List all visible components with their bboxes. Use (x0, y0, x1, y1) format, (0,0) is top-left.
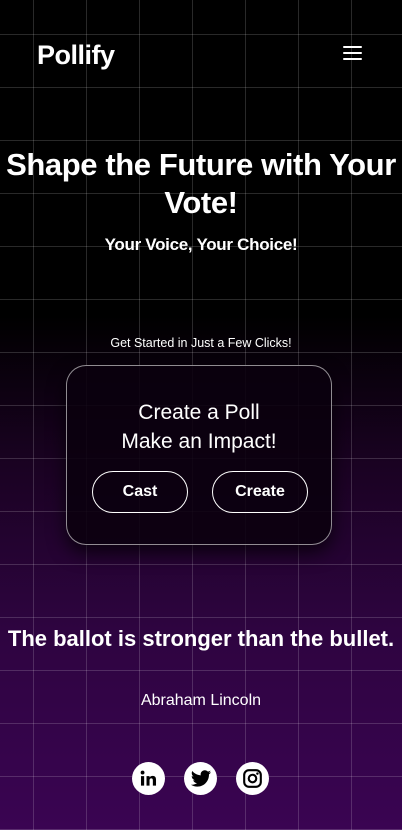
hamburger-menu-icon-bar (343, 58, 362, 60)
quote-author: Abraham Lincoln (140, 692, 262, 709)
logo[interactable]: Pollify (37, 40, 115, 71)
twitter-icon (190, 769, 211, 787)
hamburger-menu-icon-bar (343, 52, 362, 54)
page: Pollify Shape the Future with Your Vote!… (0, 0, 402, 830)
hero-title: Shape the Future with Your Vote! (6, 147, 396, 220)
hero-subtitle: Your Voice, Your Choice! (104, 235, 298, 254)
instagram-link[interactable] (236, 762, 269, 795)
card-title-line-1: Create a Poll (138, 401, 260, 424)
get-started-tagline: Get Started in Just a Few Clicks! (110, 336, 292, 350)
instagram-icon (243, 769, 262, 788)
twitter-link[interactable] (184, 762, 217, 795)
hamburger-menu-icon (343, 46, 362, 48)
card-title: Create a Poll Make an Impact! (67, 398, 331, 456)
menu-button[interactable] (342, 44, 364, 62)
create-button[interactable]: Create (212, 471, 308, 513)
quote-text: The ballot is stronger than the bullet. (7, 626, 395, 651)
cast-button[interactable]: Cast (92, 471, 188, 513)
linkedin-icon (140, 770, 157, 786)
card-title-line-2: Make an Impact! (121, 430, 277, 453)
linkedin-link[interactable] (132, 762, 165, 795)
poll-card: Create a Poll Make an Impact! Cast Creat… (66, 365, 332, 545)
